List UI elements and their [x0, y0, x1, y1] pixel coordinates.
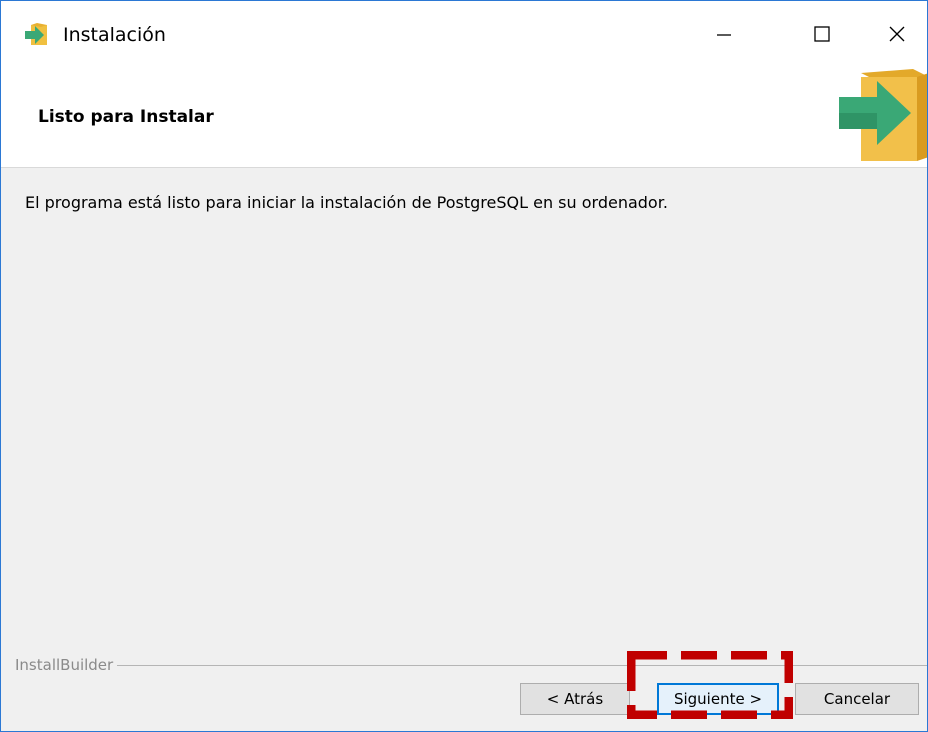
close-icon	[889, 26, 905, 42]
maximize-button[interactable]	[792, 11, 852, 57]
cancel-button[interactable]: Cancelar	[795, 683, 919, 715]
app-icon	[23, 23, 49, 47]
footer-divider	[15, 665, 927, 666]
close-button[interactable]	[867, 11, 927, 57]
title-bar: Instalación	[1, 1, 927, 67]
ready-message: El programa está listo para iniciar la i…	[25, 193, 668, 212]
minimize-button[interactable]	[694, 11, 754, 57]
installbuilder-label: InstallBuilder	[15, 656, 118, 674]
maximize-icon	[814, 26, 830, 42]
window-title: Instalación	[63, 24, 166, 46]
minimize-icon	[717, 34, 731, 36]
wizard-header: Listo para Instalar	[1, 67, 927, 168]
next-button[interactable]: Siguiente >	[657, 683, 779, 715]
back-button[interactable]: < Atrás	[520, 683, 630, 715]
page-title: Listo para Instalar	[38, 107, 214, 127]
install-box-arrow-icon	[833, 67, 927, 163]
installer-window: Instalación Listo para Instalar El progr…	[0, 0, 928, 732]
